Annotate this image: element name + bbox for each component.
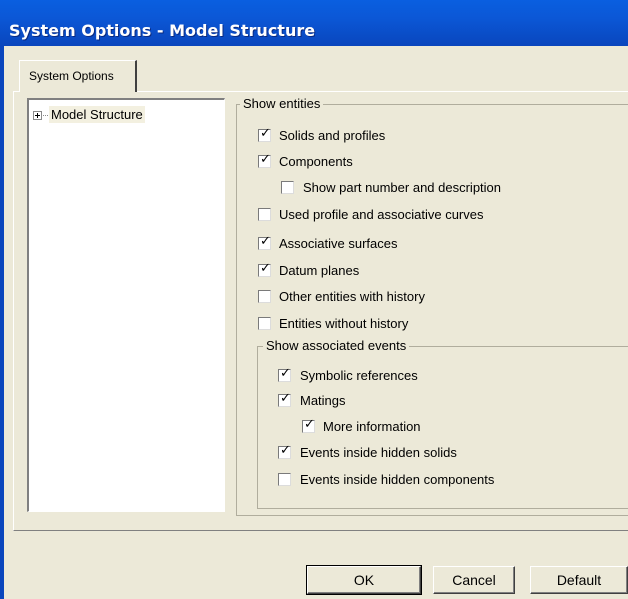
other-entities-label: Other entities with history — [279, 289, 425, 304]
more-information-label: More information — [323, 419, 421, 434]
options-tree[interactable]: Model Structure — [27, 98, 225, 512]
cancel-button[interactable]: Cancel — [433, 566, 515, 594]
show-part-number-checkbox[interactable] — [281, 181, 294, 194]
tree-connector-line — [43, 115, 48, 117]
hidden-solids-checkbox[interactable] — [278, 443, 291, 459]
solids-and-profiles-label: Solids and profiles — [279, 128, 386, 143]
associative-surfaces-checkbox[interactable] — [258, 234, 271, 250]
matings-checkbox[interactable] — [278, 391, 291, 407]
symbolic-references-checkbox[interactable] — [278, 366, 291, 382]
window-left-border — [0, 46, 4, 599]
show-part-number-label: Show part number and description — [303, 180, 502, 195]
used-profile-label: Used profile and associative curves — [279, 207, 484, 222]
hidden-components-label: Events inside hidden components — [300, 472, 495, 487]
symbolic-references-label: Symbolic references — [300, 368, 418, 383]
solids-and-profiles-checkbox[interactable] — [258, 126, 271, 142]
matings-label: Matings — [300, 393, 346, 408]
entities-without-history-label: Entities without history — [279, 316, 409, 331]
hidden-solids-label: Events inside hidden solids — [300, 445, 457, 460]
other-entities-checkbox[interactable] — [258, 290, 271, 303]
default-button[interactable]: Default — [530, 566, 628, 594]
title-bar[interactable]: System Options - Model Structure — [0, 0, 628, 46]
plus-icon[interactable] — [33, 111, 42, 120]
tab-system-options[interactable]: System Options — [19, 60, 137, 92]
datum-planes-checkbox[interactable] — [258, 261, 271, 277]
components-label: Components — [279, 154, 353, 169]
ok-button[interactable]: OK — [306, 565, 422, 595]
associative-surfaces-label: Associative surfaces — [279, 236, 398, 251]
tree-item-model-structure[interactable]: Model Structure — [49, 106, 145, 123]
datum-planes-label: Datum planes — [279, 263, 360, 278]
entities-without-history-checkbox[interactable] — [258, 317, 271, 330]
show-entities-title: Show entities — [240, 96, 324, 111]
more-information-checkbox[interactable] — [302, 417, 315, 433]
tab-system-options-label: System Options — [29, 69, 114, 83]
window-title: System Options - Model Structure — [9, 21, 316, 40]
hidden-components-checkbox[interactable] — [278, 473, 291, 486]
components-checkbox[interactable] — [258, 152, 271, 168]
show-events-title: Show associated events — [263, 338, 410, 353]
used-profile-checkbox[interactable] — [258, 208, 271, 221]
